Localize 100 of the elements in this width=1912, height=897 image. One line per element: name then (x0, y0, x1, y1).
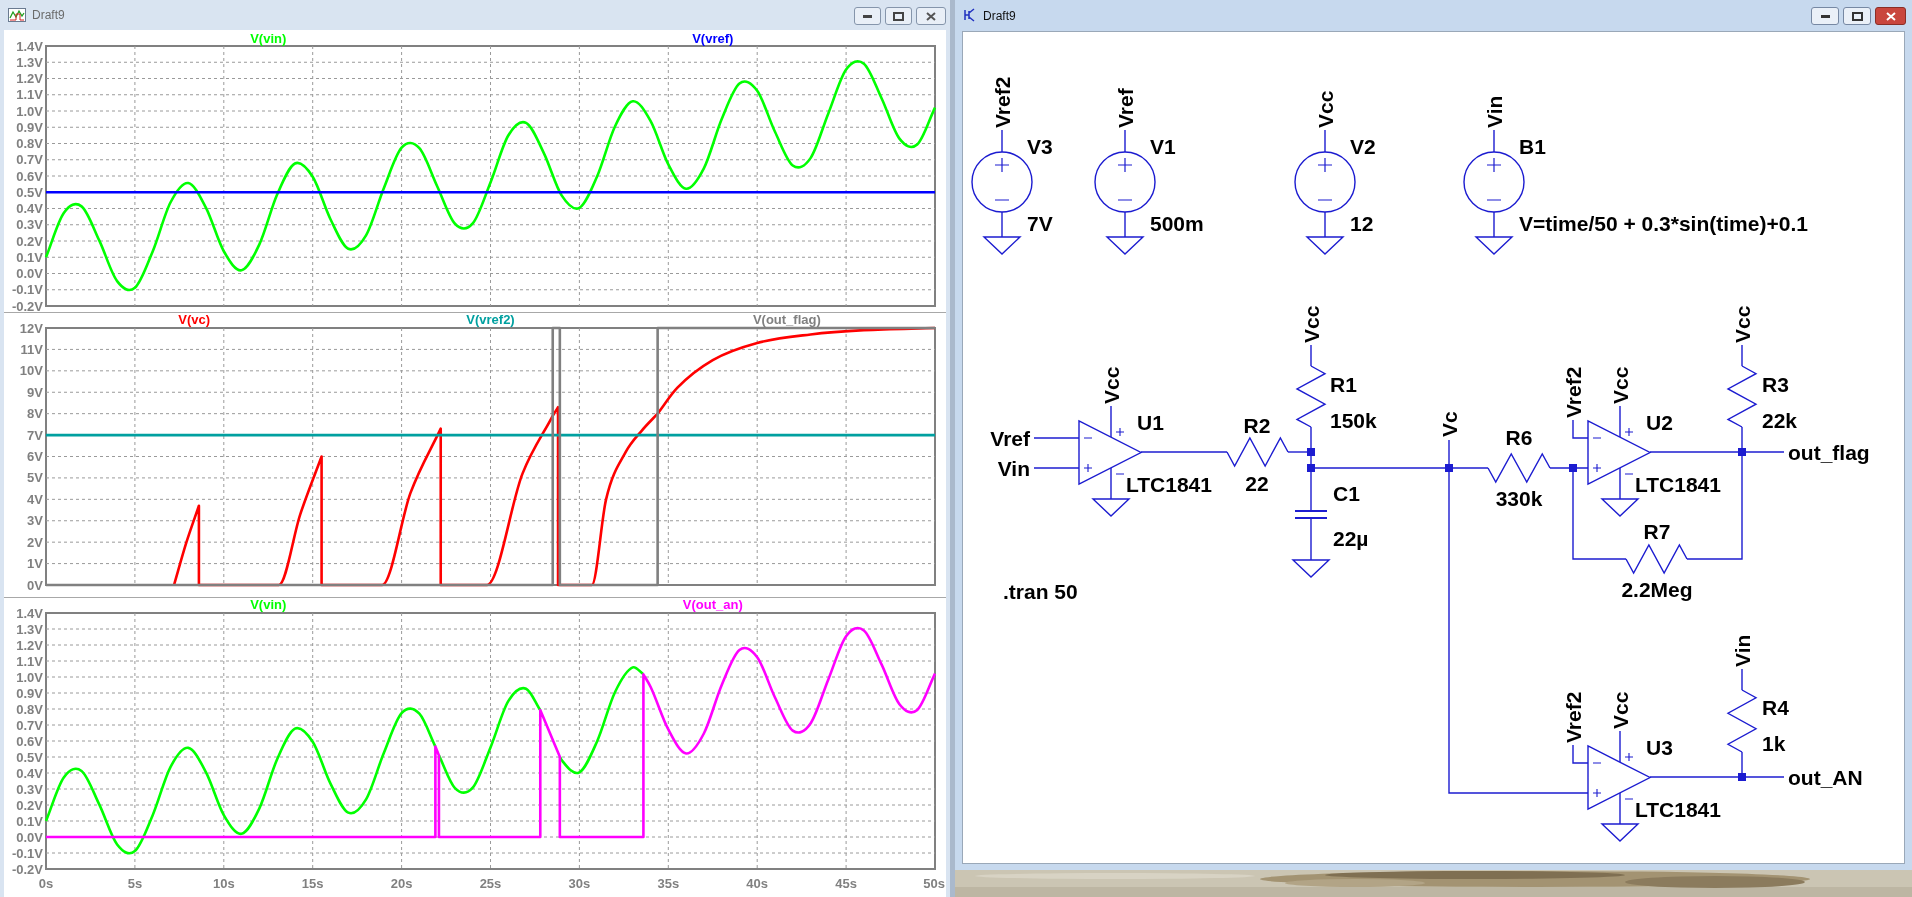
close-button[interactable] (916, 7, 946, 25)
axis-tick-label: 10V (19, 363, 43, 379)
axis-tick-label: 5s (127, 876, 143, 891)
maximize-button[interactable] (1843, 7, 1871, 25)
axis-tick-label: 9V (27, 384, 43, 400)
wire (1033, 437, 1080, 439)
wire (1324, 211, 1326, 238)
minimize-icon (863, 14, 872, 18)
axis-tick-label: 0.1V (16, 813, 43, 829)
component-name: V3 (1027, 134, 1053, 158)
component-name: B1 (1519, 134, 1546, 158)
axis-tick-label: 7V (27, 427, 43, 443)
trace-label: V(vin) (250, 597, 287, 612)
axis-tick-label: 0.6V (16, 733, 43, 749)
axis-tick-label: 20s (390, 876, 413, 891)
wire (1741, 344, 1743, 367)
axis-tick-label: 0.1V (16, 249, 43, 265)
component-name: C1 (1333, 481, 1360, 505)
maximize-button[interactable] (885, 7, 912, 25)
ground-symbol (1305, 236, 1345, 255)
axis-tick-label: 11V (20, 341, 43, 357)
axis-tick-label: 6V (27, 449, 43, 464)
wire (1033, 467, 1080, 469)
axis-tick-label: 0.5V (16, 184, 43, 200)
axis-tick-label: -0.2V (11, 861, 43, 877)
component-name: R1 (1330, 372, 1357, 396)
minimize-button[interactable] (1811, 7, 1839, 25)
axis-tick-label: 1.3V (16, 54, 43, 70)
wire (1619, 405, 1621, 438)
axis-tick-label: 1.1V (16, 653, 43, 669)
wire (1124, 129, 1126, 153)
axis-tick-label: 4V (27, 491, 43, 507)
ground-symbol (1600, 498, 1640, 517)
window-title: Draft9 (983, 9, 1016, 23)
axis-tick-label: 0.0V (16, 266, 43, 281)
wire (1619, 730, 1621, 763)
axis-tick-label: 0s (38, 876, 54, 891)
trace-label: V(vref2) (466, 312, 515, 327)
axis-tick-label: 1.3V (16, 621, 43, 637)
trace-label: V(out_an) (682, 597, 743, 612)
wire (1310, 518, 1312, 561)
net-label: Vc (1437, 411, 1461, 437)
close-icon (926, 11, 936, 21)
maximize-icon (1851, 11, 1863, 21)
spice-directive: .tran 50 (1003, 579, 1078, 603)
component-name: U2 (1646, 410, 1673, 434)
axis-tick-label: 0.7V (16, 152, 43, 168)
minimize-button[interactable] (854, 7, 881, 25)
component-value: 22k (1762, 408, 1798, 432)
axis-tick-label: 3V (27, 513, 43, 529)
axis-tick-label: 0.8V (16, 136, 43, 151)
resistor-symbol (1726, 689, 1758, 753)
component-value: V=time/50 + 0.3*sin(time)+0.1 (1519, 211, 1808, 235)
waveform-icon (8, 8, 26, 22)
axis-tick-label: 1.4V (16, 38, 43, 54)
wire (1619, 792, 1621, 825)
component-value: 150k (1330, 408, 1377, 432)
axis-tick-label: 0.4V (16, 201, 43, 216)
axis-tick-label: 0V (27, 577, 43, 593)
component-value: 500m (1150, 211, 1204, 235)
net-label: Vcc (1608, 366, 1632, 404)
net-label: Vin (1482, 95, 1506, 128)
resistor-symbol (1625, 543, 1688, 575)
net-label: Vcc (1299, 305, 1323, 343)
axis-tick-label: 50s (923, 876, 945, 891)
wire (1001, 211, 1003, 238)
component-name: R6 (1505, 425, 1533, 449)
component-value: 22 (1245, 471, 1269, 495)
net-label: out_flag (1788, 440, 1870, 464)
axis-tick-label: 0.2V (16, 233, 43, 249)
maximize-icon (893, 11, 904, 21)
wire (1001, 129, 1003, 153)
wire (1493, 211, 1495, 238)
axis-tick-label: 40s (746, 876, 769, 891)
resistor-symbol (1295, 365, 1327, 428)
net-label: Vref (990, 426, 1030, 450)
trace-label: V(vref) (692, 31, 734, 46)
ground-symbol (1600, 823, 1640, 842)
resistor-symbol (1226, 436, 1289, 468)
axis-tick-label: 1.0V (16, 669, 43, 685)
component-name: V2 (1350, 134, 1376, 158)
component-name: R7 (1643, 519, 1671, 543)
axis-tick-label: 45s (835, 876, 857, 891)
transistor-icon (963, 7, 975, 23)
axis-tick-label: 15s (301, 876, 324, 891)
minimize-icon (1820, 14, 1830, 18)
close-button[interactable] (1875, 7, 1906, 25)
axis-tick-label: 35s (657, 876, 680, 891)
net-label: Vin (997, 456, 1030, 480)
net-label: Vref2 (1561, 366, 1585, 418)
component-name: V1 (1150, 134, 1176, 158)
axis-tick-label: 0.3V (16, 217, 43, 233)
axis-tick-label: 0.2V (16, 797, 43, 813)
wire (1572, 419, 1589, 439)
axis-tick-label: 2V (27, 534, 43, 550)
trace-label: V(out_flag) (752, 312, 821, 327)
axis-tick-label: -0.2V (11, 298, 43, 312)
component-name: R2 (1243, 413, 1271, 437)
close-icon (1885, 11, 1896, 21)
ground-symbol (1105, 236, 1145, 255)
